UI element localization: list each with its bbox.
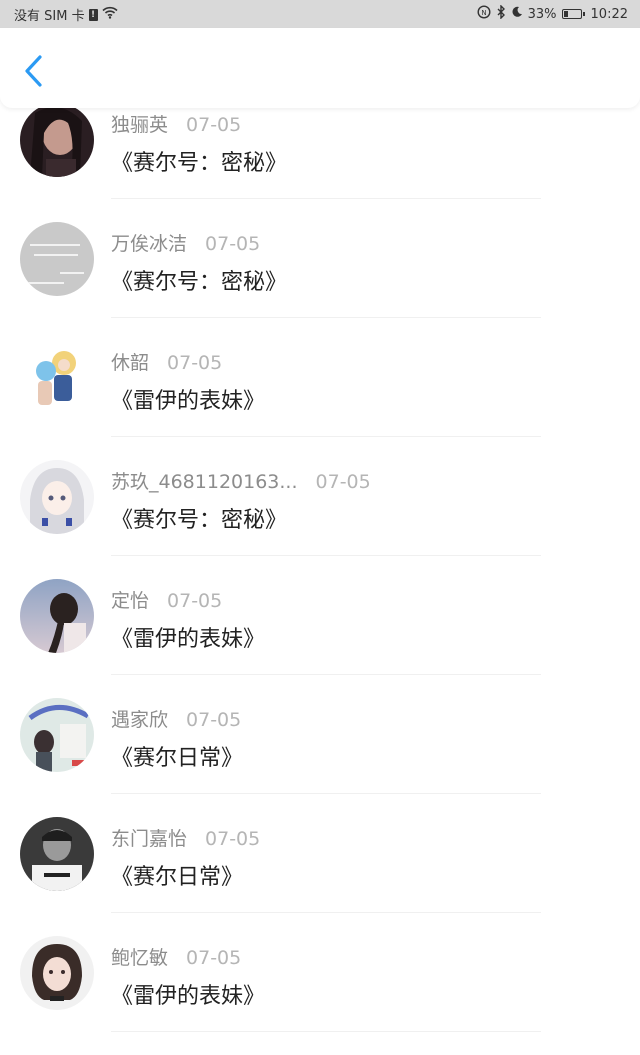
battery-level bbox=[563, 11, 569, 17]
clock-time: 10:22 bbox=[590, 6, 628, 22]
reader-name: 独骊英 bbox=[111, 114, 169, 136]
item-meta: 东门嘉怡 07-05 bbox=[111, 824, 260, 851]
book-title[interactable]: 《赛尔日常》 bbox=[111, 740, 243, 772]
avatar[interactable] bbox=[20, 222, 94, 296]
book-title[interactable]: 《雷伊的表妹》 bbox=[111, 978, 265, 1010]
divider bbox=[111, 674, 541, 675]
list-item[interactable]: 独骊英 07-05 《赛尔号：密秘》 bbox=[0, 103, 640, 222]
list-item[interactable]: 定怡 07-05 《雷伊的表妹》 bbox=[0, 579, 640, 698]
carrier-text: 没有 SIM 卡 bbox=[14, 9, 85, 24]
avatar[interactable] bbox=[20, 103, 94, 177]
read-date: 07-05 bbox=[167, 352, 223, 374]
back-button[interactable] bbox=[18, 54, 48, 88]
reader-list: 独骊英 07-05 《赛尔号：密秘》 万俟冰洁 07-05 《赛尔号：密秘》 休… bbox=[0, 103, 640, 1055]
book-title[interactable]: 《赛尔号：密秘》 bbox=[111, 145, 287, 177]
list-item[interactable]: 东门嘉怡 07-05 《赛尔日常》 bbox=[0, 817, 640, 936]
reader-name: 苏玖_4681120163... bbox=[111, 471, 298, 493]
reader-name: 鲍忆敏 bbox=[111, 947, 169, 969]
read-date: 07-05 bbox=[167, 590, 223, 612]
battery-icon bbox=[561, 9, 585, 19]
read-date: 07-05 bbox=[315, 471, 371, 493]
avatar[interactable] bbox=[20, 460, 94, 534]
status-right: N 33% 10:22 bbox=[477, 4, 628, 23]
wifi-icon bbox=[102, 6, 118, 23]
avatar[interactable] bbox=[20, 698, 94, 772]
status-bar: 没有 SIM 卡 ! N 33% 10:22 bbox=[0, 0, 640, 28]
sim-alert-icon: ! bbox=[88, 8, 98, 21]
item-meta: 万俟冰洁 07-05 bbox=[111, 229, 260, 256]
book-title[interactable]: 《赛尔号：密秘》 bbox=[111, 264, 287, 296]
divider bbox=[111, 912, 541, 913]
book-title[interactable]: 《雷伊的表妹》 bbox=[111, 383, 265, 415]
reader-name: 遇家欣 bbox=[111, 709, 169, 731]
status-left: 没有 SIM 卡 ! bbox=[14, 5, 118, 24]
avatar[interactable] bbox=[20, 341, 94, 415]
svg-text:N: N bbox=[481, 9, 486, 17]
divider bbox=[111, 198, 541, 199]
chevron-left-icon bbox=[25, 55, 42, 87]
book-title[interactable]: 《赛尔日常》 bbox=[111, 859, 243, 891]
list-item[interactable]: 鲍忆敏 07-05 《雷伊的表妹》 bbox=[0, 936, 640, 1055]
list-item[interactable]: 万俟冰洁 07-05 《赛尔号：密秘》 bbox=[0, 222, 640, 341]
list-item[interactable]: 遇家欣 07-05 《赛尔日常》 bbox=[0, 698, 640, 817]
battery-percent: 33% bbox=[527, 6, 557, 22]
reader-name: 定怡 bbox=[111, 590, 150, 612]
avatar[interactable] bbox=[20, 936, 94, 1010]
read-date: 07-05 bbox=[205, 828, 261, 850]
reader-name: 休韶 bbox=[111, 352, 150, 374]
item-meta: 独骊英 07-05 bbox=[111, 110, 241, 137]
book-title[interactable]: 《赛尔号：密秘》 bbox=[111, 502, 287, 534]
divider bbox=[111, 1031, 541, 1032]
moon-icon bbox=[511, 6, 523, 22]
read-date: 07-05 bbox=[186, 947, 242, 969]
avatar[interactable] bbox=[20, 817, 94, 891]
nav-header bbox=[0, 28, 640, 108]
book-title[interactable]: 《雷伊的表妹》 bbox=[111, 621, 265, 653]
item-meta: 定怡 07-05 bbox=[111, 586, 222, 613]
item-meta: 休韶 07-05 bbox=[111, 348, 222, 375]
bluetooth-icon bbox=[496, 4, 506, 23]
list-item[interactable]: 苏玖_4681120163... 07-05 《赛尔号：密秘》 bbox=[0, 460, 640, 579]
nfc-icon: N bbox=[477, 5, 491, 23]
item-meta: 苏玖_4681120163... 07-05 bbox=[111, 467, 371, 494]
divider bbox=[111, 555, 541, 556]
list-item[interactable]: 休韶 07-05 《雷伊的表妹》 bbox=[0, 341, 640, 460]
read-date: 07-05 bbox=[186, 114, 242, 136]
read-date: 07-05 bbox=[186, 709, 242, 731]
reader-name: 万俟冰洁 bbox=[111, 233, 188, 255]
read-date: 07-05 bbox=[205, 233, 261, 255]
item-meta: 鲍忆敏 07-05 bbox=[111, 943, 241, 970]
avatar[interactable] bbox=[20, 579, 94, 653]
reader-name: 东门嘉怡 bbox=[111, 828, 188, 850]
divider bbox=[111, 317, 541, 318]
divider bbox=[111, 436, 541, 437]
item-meta: 遇家欣 07-05 bbox=[111, 705, 241, 732]
divider bbox=[111, 793, 541, 794]
